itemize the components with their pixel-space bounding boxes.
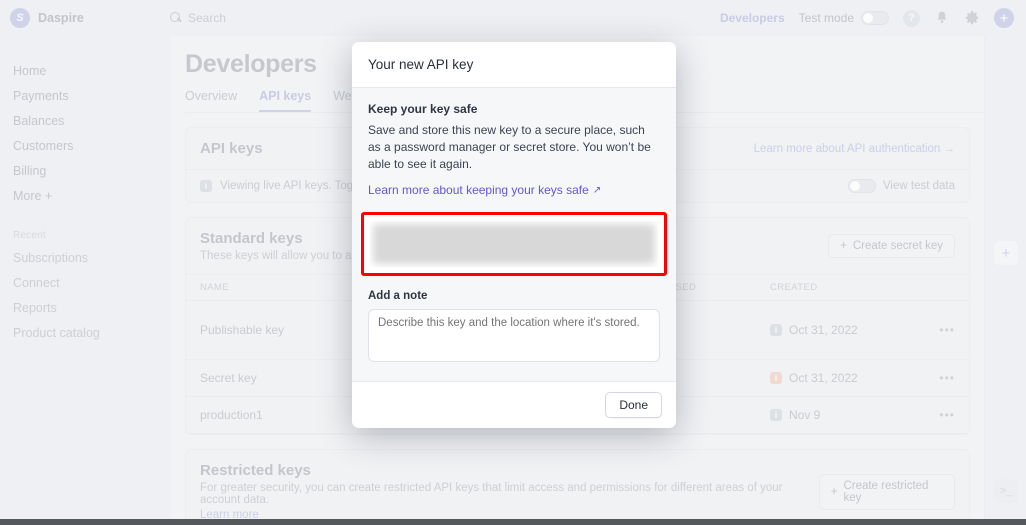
modal-header: Your new API key: [352, 42, 676, 88]
search-icon: [170, 12, 182, 24]
taskbar: [0, 519, 1026, 525]
key-created-date: Oct 31, 2022: [789, 371, 858, 385]
column-name: NAME: [200, 282, 230, 293]
modal-title: Your new API key: [368, 57, 474, 72]
view-test-data-switch[interactable]: [847, 179, 876, 193]
column-created: CREATED: [770, 282, 818, 293]
sidebar-item-billing[interactable]: Billing: [13, 158, 170, 183]
tab-api-keys[interactable]: API keys: [259, 89, 312, 112]
tab-overview[interactable]: Overview: [185, 89, 237, 112]
sidebar-item-product-catalog[interactable]: Product catalog: [13, 320, 170, 345]
search-placeholder: Search: [188, 11, 227, 25]
sidebar-item-balances[interactable]: Balances: [13, 108, 170, 133]
restricted-keys-subtitle: For greater security, you can create res…: [200, 482, 783, 506]
key-name: Secret key: [200, 371, 257, 385]
overflow-menu-icon[interactable]: •••: [929, 323, 955, 337]
test-mode-label: Test mode: [798, 11, 854, 25]
help-icon[interactable]: ?: [903, 9, 920, 27]
top-bar-actions: Developers Test mode ? +: [720, 8, 1026, 28]
modal-heading: Keep your key safe: [368, 102, 478, 116]
plus-icon[interactable]: +: [994, 241, 1018, 265]
test-mode-switch[interactable]: [861, 11, 889, 25]
note-label: Add a note: [368, 290, 428, 303]
view-test-data-label: View test data: [882, 180, 955, 192]
external-link-icon: ↗: [592, 184, 602, 196]
sidebar: Home Payments Balances Customers Billing…: [0, 36, 170, 525]
api-key-highlight: [361, 212, 667, 277]
key-created: i Oct 31, 2022: [770, 371, 929, 385]
developers-link[interactable]: Developers: [720, 11, 785, 25]
sidebar-item-payments[interactable]: Payments: [13, 83, 170, 108]
bell-icon[interactable]: [934, 10, 950, 26]
top-bar: S Daspire Search Developers Test mode ?: [0, 0, 1026, 36]
api-key-value[interactable]: [370, 221, 658, 268]
key-created: i Nov 9: [770, 408, 929, 422]
overflow-menu-icon[interactable]: •••: [929, 371, 955, 385]
modal-footer: Done: [352, 381, 676, 429]
key-name: production1: [200, 408, 263, 422]
brand-name: Daspire: [38, 11, 84, 25]
info-icon: i: [770, 372, 782, 384]
modal-body: Keep your key safe Save and store this n…: [352, 88, 676, 199]
create-restricted-key-button[interactable]: + Create restricted key: [818, 473, 955, 510]
create-secret-key-label: Create secret key: [852, 240, 943, 252]
api-keys-title: API keys: [200, 140, 263, 157]
sidebar-item-more[interactable]: More +: [13, 183, 170, 208]
plus-icon: +: [830, 485, 838, 498]
done-button[interactable]: Done: [605, 392, 662, 419]
key-created-date: Nov 9: [789, 408, 821, 422]
key-name: Publishable key: [200, 323, 285, 337]
info-icon: i: [770, 409, 782, 421]
brand[interactable]: S Daspire: [0, 8, 170, 28]
api-authentication-link[interactable]: Learn more about API authentication →: [754, 143, 955, 155]
keys-safe-link-label: Learn more about keeping your keys safe: [368, 183, 589, 198]
sidebar-item-subscriptions[interactable]: Subscriptions: [13, 245, 170, 270]
gear-icon[interactable]: [964, 10, 980, 26]
test-mode-toggle[interactable]: Test mode: [799, 11, 889, 25]
view-test-data-toggle[interactable]: View test data: [847, 179, 955, 193]
plus-icon[interactable]: +: [994, 8, 1014, 28]
sidebar-item-connect[interactable]: Connect: [13, 270, 170, 295]
create-restricted-key-label: Create restricted key: [843, 479, 929, 504]
terminal-icon[interactable]: >_: [994, 479, 1018, 503]
info-icon: i: [770, 324, 782, 336]
overflow-menu-icon[interactable]: •••: [929, 408, 955, 422]
key-created-date: Oct 31, 2022: [789, 323, 858, 337]
sidebar-item-reports[interactable]: Reports: [13, 295, 170, 320]
modal-description: Save and store this new key to a secure …: [368, 123, 651, 172]
sidebar-section-recent: Recent: [13, 230, 46, 241]
new-api-key-modal: Your new API key Keep your key safe Save…: [352, 42, 676, 429]
sidebar-item-customers[interactable]: Customers: [13, 133, 170, 158]
keys-safe-link[interactable]: Learn more about keeping your keys safe …: [368, 183, 601, 197]
right-rail: + >_: [984, 36, 1026, 525]
daspire-logo-icon: S: [10, 8, 30, 28]
note-input[interactable]: [368, 309, 660, 363]
restricted-keys-card: Restricted keys For greater security, yo…: [185, 449, 970, 525]
info-icon: i: [200, 180, 212, 192]
sidebar-item-home[interactable]: Home: [13, 58, 170, 83]
restricted-keys-header: Restricted keys For greater security, yo…: [186, 450, 969, 525]
plus-icon: +: [840, 240, 847, 252]
search-input[interactable]: Search: [170, 11, 226, 25]
create-secret-key-button[interactable]: + Create secret key: [828, 234, 955, 258]
restricted-keys-title: Restricted keys: [200, 462, 311, 479]
note-section: Add a note: [352, 276, 676, 381]
key-created: i Oct 31, 2022: [770, 323, 929, 337]
